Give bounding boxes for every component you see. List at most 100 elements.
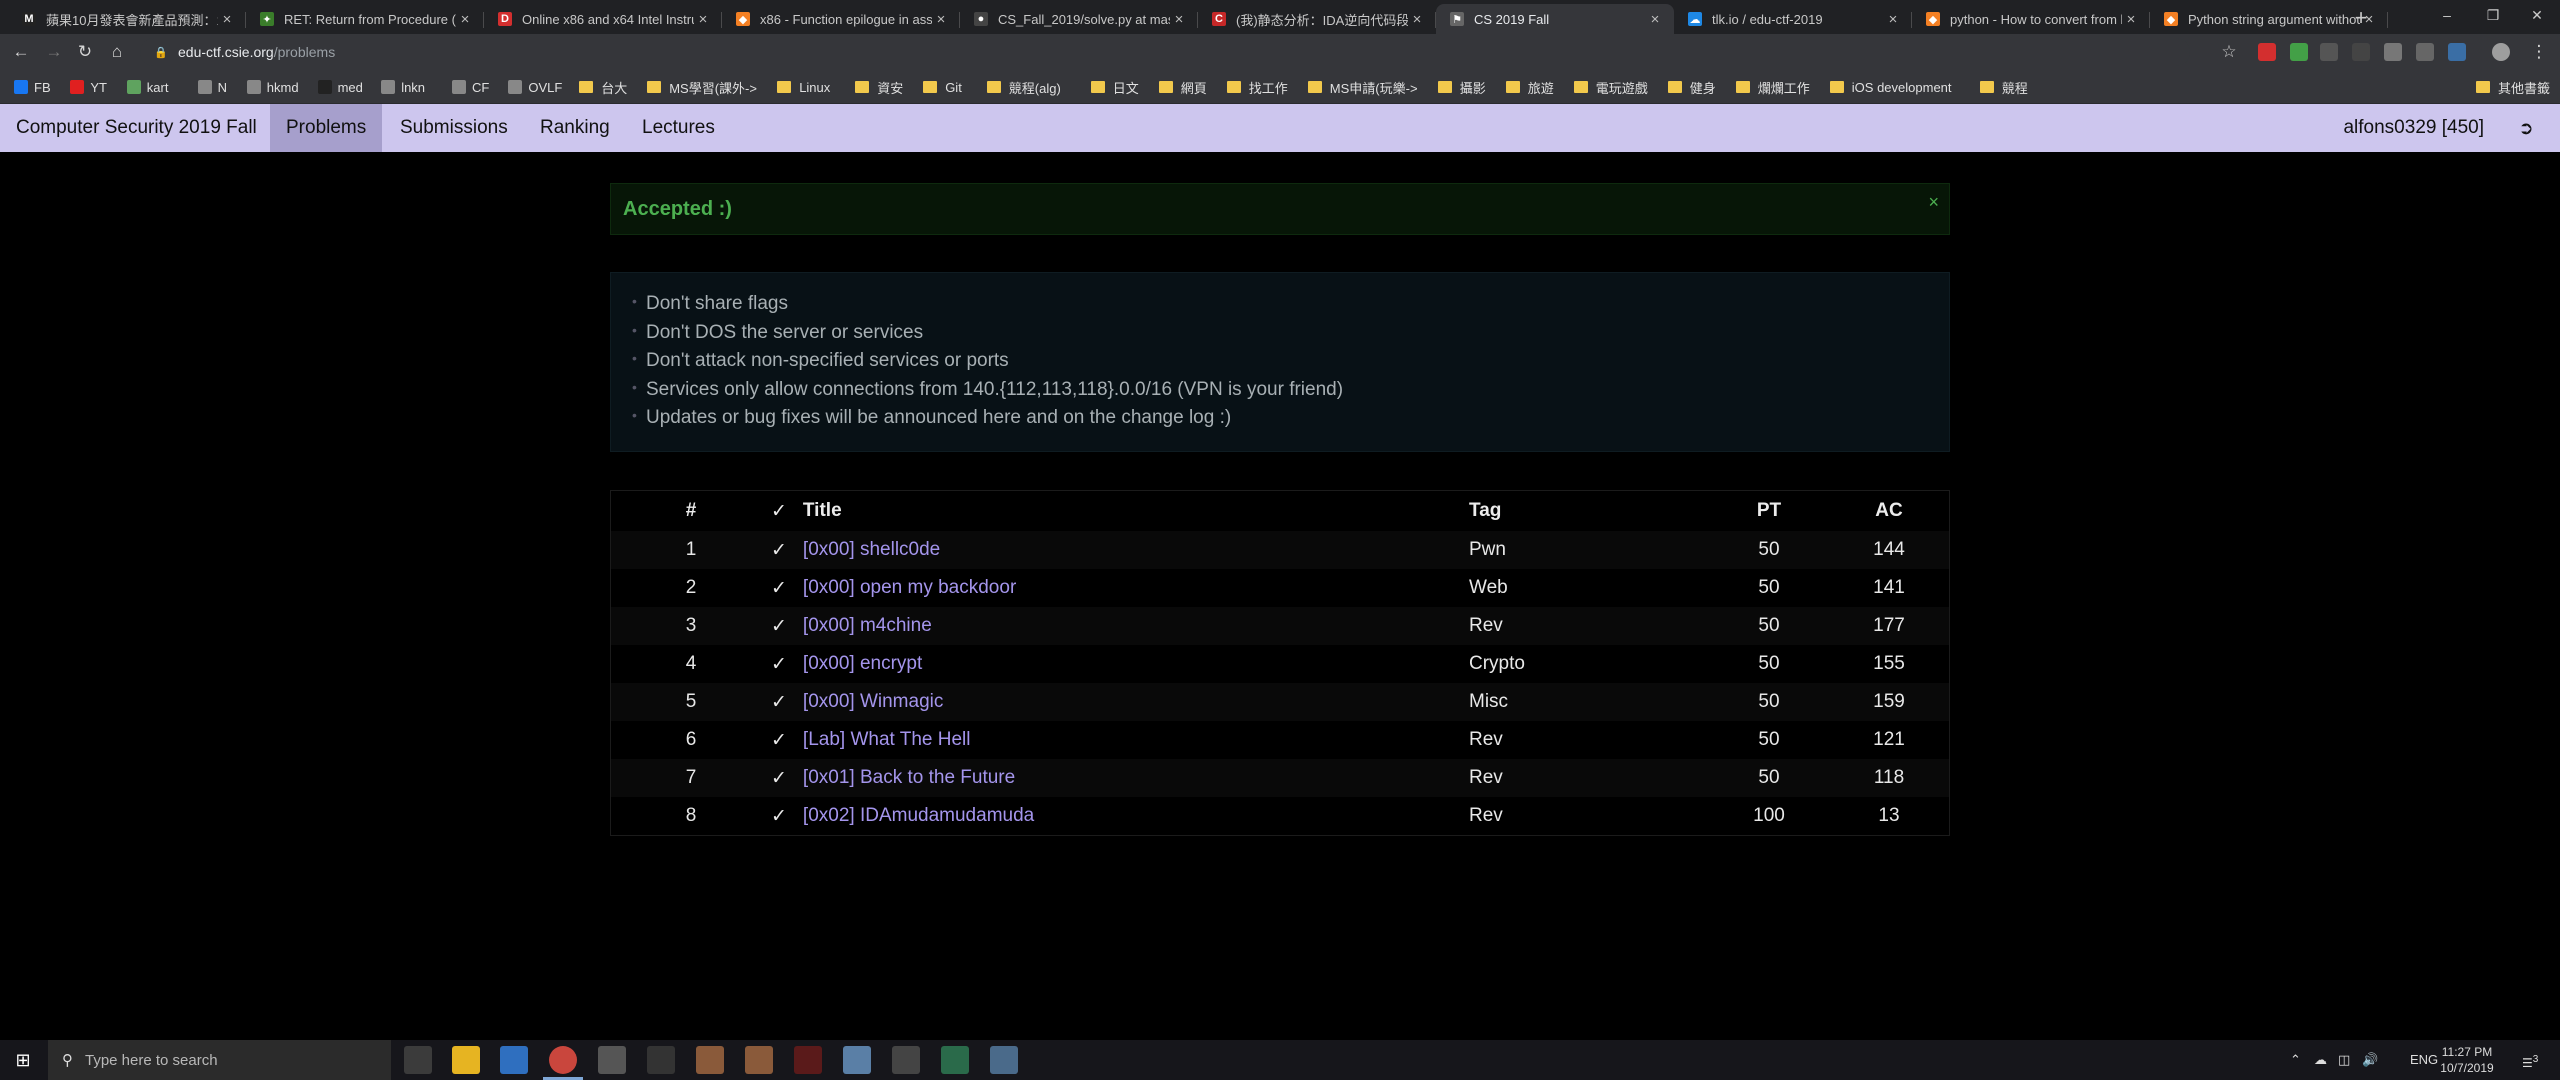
bookmark-folder[interactable]: 競程(alg) <box>986 78 1061 96</box>
problem-title-link[interactable]: [0x00] encrypt <box>803 653 922 674</box>
problem-title-link[interactable]: [0x00] shellc0de <box>803 539 940 560</box>
bookmark-link[interactable]: OVLF <box>508 78 562 96</box>
col-header-points[interactable]: PT <box>1709 491 1829 531</box>
bookmark-folder[interactable]: 爛爛工作 <box>1735 78 1810 96</box>
tab-close-icon[interactable]: × <box>456 11 474 28</box>
logout-icon[interactable]: ➲ <box>2516 118 2536 138</box>
reload-button[interactable]: ↻ <box>74 41 96 63</box>
bookmark-link[interactable]: CF <box>452 78 489 96</box>
browser-tab[interactable]: D Online x86 and x64 Intel Instruc × <box>484 4 722 34</box>
extension-icon[interactable] <box>2384 43 2402 61</box>
tab-close-icon[interactable]: × <box>2122 11 2140 28</box>
nav-ranking[interactable]: Ranking <box>524 104 626 152</box>
extension-icon[interactable] <box>2416 43 2434 61</box>
user-score[interactable]: alfons0329 [450] <box>2343 104 2484 152</box>
forward-button[interactable]: → <box>43 41 65 63</box>
taskbar-search-box[interactable]: ⚲ Type here to search <box>48 1040 391 1080</box>
new-tab-button[interactable]: + <box>2348 6 2374 32</box>
bookmark-star-icon[interactable]: ☆ <box>2218 41 2240 63</box>
col-header-accepted[interactable]: AC <box>1829 491 1949 531</box>
problem-title-link-cell[interactable]: [0x00] open my backdoor <box>787 569 1469 607</box>
network-icon[interactable]: ◫ <box>2338 1040 2350 1080</box>
tab-close-icon[interactable]: × <box>1884 11 1902 28</box>
tab-close-icon[interactable]: × <box>218 11 236 28</box>
problem-title-link-cell[interactable]: [0x02] IDAmudamudamuda <box>787 797 1469 835</box>
site-brand[interactable]: Computer Security 2019 Fall <box>16 104 257 152</box>
bookmark-folder[interactable]: MS學習(課外-> <box>647 78 757 96</box>
bookmark-link[interactable]: kart <box>126 78 168 96</box>
tab-close-icon[interactable]: × <box>1646 11 1664 28</box>
problem-title-link-cell[interactable]: [0x00] Winmagic <box>787 683 1469 721</box>
tab-close-icon[interactable]: × <box>1170 11 1188 28</box>
bookmark-folder[interactable]: iOS development <box>1829 78 1952 96</box>
extension-icon[interactable] <box>2352 43 2370 61</box>
problem-title-link-cell[interactable]: [Lab] What The Hell <box>787 721 1469 759</box>
profile-avatar[interactable] <box>2492 43 2510 61</box>
col-header-title[interactable]: Title <box>787 491 1469 531</box>
store-icon[interactable] <box>500 1046 528 1074</box>
browser-tab[interactable]: ◆ x86 - Function epilogue in asse × <box>722 4 960 34</box>
tab-close-icon[interactable]: × <box>932 11 950 28</box>
adblock-extension-icon[interactable] <box>2258 43 2276 61</box>
browser-tab[interactable]: ✦ RET: Return from Procedure (x86× <box>246 4 484 34</box>
browser-tab[interactable]: ◆ python - How to convert from b × <box>1912 4 2150 34</box>
windows-start-icon[interactable]: ⊞ <box>0 1040 46 1080</box>
problem-title-link-cell[interactable]: [0x01] Back to the Future <box>787 759 1469 797</box>
problem-title-link-cell[interactable]: [0x00] encrypt <box>787 645 1469 683</box>
nav-submissions[interactable]: Submissions <box>384 104 524 152</box>
browser-tab[interactable]: C (我)静态分析：IDA逆向代码段 × <box>1198 4 1436 34</box>
chrome-icon[interactable] <box>543 1046 583 1080</box>
bookmark-folder[interactable]: 旅遊 <box>1505 78 1554 96</box>
extension-icon[interactable] <box>2290 43 2308 61</box>
settings-icon[interactable] <box>892 1046 920 1074</box>
browser-tab[interactable]: M 蘋果10月發表會新產品預測：16吋× <box>8 4 246 34</box>
app-icon[interactable] <box>843 1046 871 1074</box>
bookmark-link[interactable]: lnkn <box>381 78 425 96</box>
mail-icon[interactable] <box>598 1046 626 1074</box>
extension-icon[interactable] <box>2320 43 2338 61</box>
close-window-button[interactable]: ✕ <box>2514 0 2560 30</box>
bookmark-folder[interactable]: 健身 <box>1667 78 1716 96</box>
problem-title-link[interactable]: [0x00] m4chine <box>803 615 932 636</box>
col-header-solved[interactable]: ✓ <box>771 491 787 531</box>
problem-title-link[interactable]: [0x00] open my backdoor <box>803 577 1016 598</box>
volume-icon[interactable]: 🔊 <box>2362 1040 2378 1080</box>
tray-chevron-icon[interactable]: ⌃ <box>2290 1040 2301 1080</box>
file-explorer-icon[interactable] <box>452 1046 480 1074</box>
bookmark-link[interactable]: hkmd <box>246 78 299 96</box>
bookmark-folder[interactable]: 日文 <box>1090 78 1139 96</box>
onedrive-icon[interactable]: ☁ <box>2314 1040 2327 1080</box>
ida-icon[interactable] <box>696 1046 724 1074</box>
bookmark-link[interactable]: N <box>197 78 227 96</box>
bookmark-link[interactable]: FB <box>14 78 51 96</box>
problem-title-link[interactable]: [Lab] What The Hell <box>803 729 971 750</box>
bookmark-folder[interactable]: 台大 <box>579 78 627 96</box>
bookmark-folder[interactable]: Linux <box>777 78 830 96</box>
notepad-icon[interactable] <box>990 1046 1018 1074</box>
ida-icon[interactable] <box>745 1046 773 1074</box>
problem-title-link[interactable]: [0x02] IDAmudamudamuda <box>803 805 1034 826</box>
notification-center-icon[interactable]: ☰3 <box>2522 1040 2538 1080</box>
home-button[interactable]: ⌂ <box>106 41 128 63</box>
bookmark-folder[interactable]: 找工作 <box>1226 78 1288 96</box>
bookmark-link[interactable]: med <box>317 78 363 96</box>
other-bookmarks-folder[interactable]: 其他書籤 <box>2476 78 2550 96</box>
bookmark-folder[interactable]: 攝影 <box>1437 78 1486 96</box>
nav-problems[interactable]: Problems <box>270 104 383 152</box>
browser-tab[interactable]: ☁ tlk.io / edu-ctf-2019 × <box>1674 4 1912 34</box>
app-icon[interactable] <box>941 1046 969 1074</box>
bookmark-folder[interactable]: 電玩遊戲 <box>1573 78 1648 96</box>
problem-title-link[interactable]: [0x01] Back to the Future <box>803 767 1015 788</box>
menu-icon[interactable]: ⋮ <box>2528 41 2550 63</box>
alert-close-button[interactable]: × <box>1928 192 1939 213</box>
bookmark-folder[interactable]: 網頁 <box>1158 78 1207 96</box>
restore-button[interactable]: ❐ <box>2470 0 2516 30</box>
terminal-icon[interactable] <box>647 1046 675 1074</box>
tab-close-icon[interactable]: × <box>694 11 712 28</box>
system-clock[interactable]: 11:27 PM 10/7/2019 <box>2422 1044 2512 1076</box>
address-bar[interactable]: 🔒 edu-ctf.csie.org/problems <box>140 38 2190 66</box>
problem-title-link-cell[interactable]: [0x00] shellc0de <box>787 531 1469 569</box>
problem-title-link-cell[interactable]: [0x00] m4chine <box>787 607 1469 645</box>
minimize-button[interactable]: – <box>2424 0 2470 30</box>
problem-title-link[interactable]: [0x00] Winmagic <box>803 691 943 712</box>
